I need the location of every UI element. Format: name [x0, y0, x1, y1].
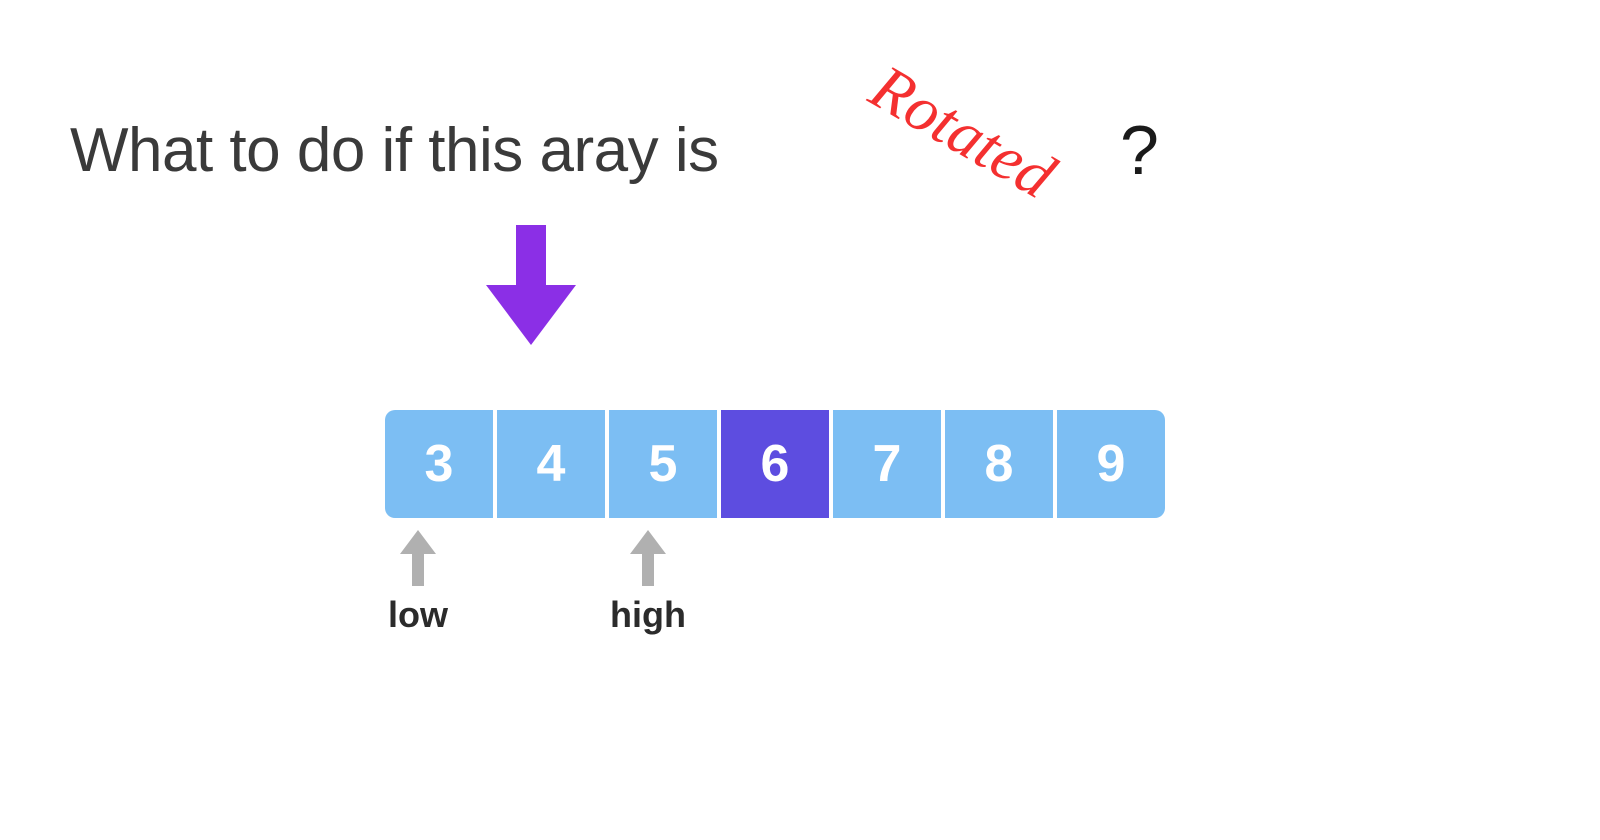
array-cell: 5 [609, 410, 717, 518]
rotated-label: Rotated [858, 50, 1067, 214]
pointer-high-label: high [610, 594, 686, 636]
up-arrow-icon [618, 530, 678, 586]
up-arrow-icon [388, 530, 448, 586]
array-cell: 8 [945, 410, 1053, 518]
pointer-low-label: low [388, 594, 448, 636]
pointer-low: low [388, 530, 448, 636]
array-cell: 4 [497, 410, 605, 518]
diagram-canvas: What to do if this aray is Rotated ? 3 4… [0, 0, 1600, 840]
pointer-high: high [610, 530, 686, 636]
array-container: 3 4 5 6 7 8 9 [385, 410, 1165, 518]
array-cell: 3 [385, 410, 493, 518]
down-arrow-icon [486, 225, 576, 350]
heading-text: What to do if this aray is [70, 115, 719, 186]
array-cell: 9 [1057, 410, 1165, 518]
array-cell-highlight: 6 [721, 410, 829, 518]
question-mark: ? [1120, 110, 1159, 190]
array-cell: 7 [833, 410, 941, 518]
